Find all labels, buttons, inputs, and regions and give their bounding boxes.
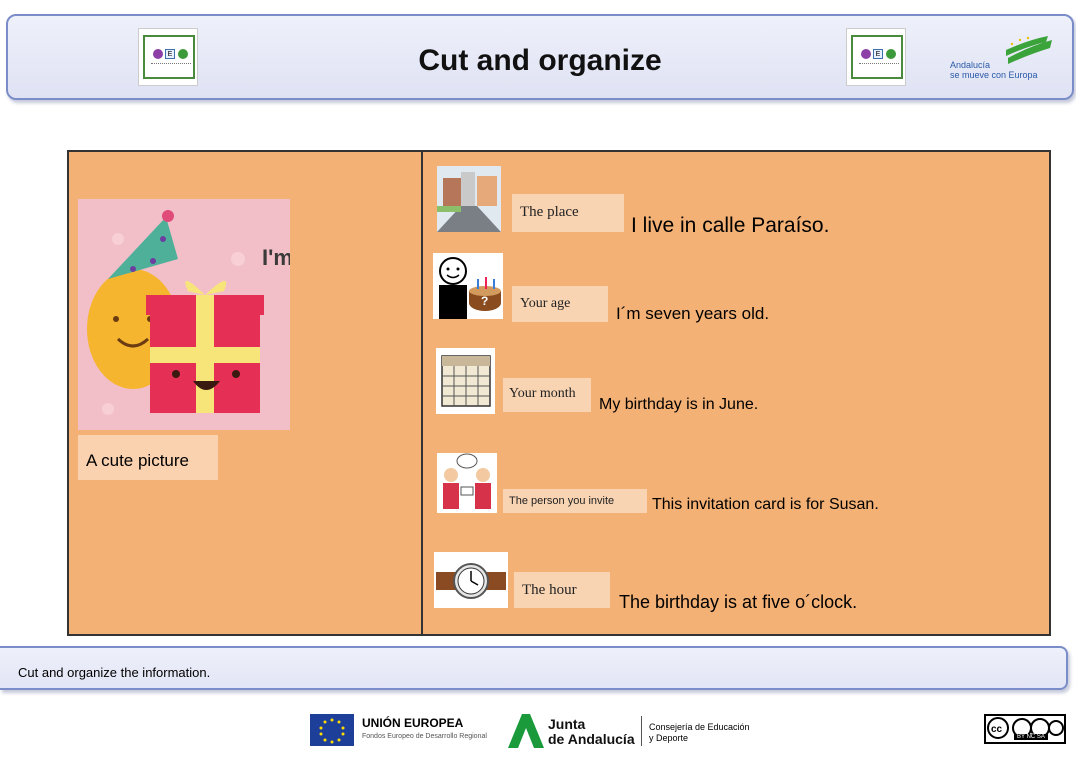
andalucia-logo-title: Andalucía [950, 60, 991, 70]
sentence-place[interactable]: I live in calle Paraíso. [631, 214, 829, 238]
calendar-icon[interactable] [436, 348, 495, 414]
creative-commons-badge: cc BY NC SA [984, 714, 1066, 744]
andalucia-logo: Andalucía se mueve con Europa [950, 36, 1060, 86]
page-title: Cut and organize [418, 44, 662, 77]
footer-separator [641, 716, 642, 746]
tag-age[interactable]: Your age [512, 286, 608, 322]
eu-flag-icon [310, 714, 354, 746]
eu-subtitle: Fondos Europeo de Desarrollo Regional [362, 733, 487, 740]
eu-title: UNIÓN EUROPEA [362, 716, 464, 730]
instruction-bar: Cut and organize the information. [0, 646, 1068, 690]
sentence-hour[interactable]: The birthday is at five o´clock. [619, 592, 857, 613]
watch-icon[interactable] [434, 552, 508, 608]
junta-logo-icon [508, 714, 544, 748]
project-logo-right: E [846, 28, 906, 86]
birthday-picture[interactable]: I'm [78, 199, 290, 430]
table-divider [421, 152, 423, 634]
birthday-balloon-icon [78, 199, 290, 430]
picture-label[interactable]: A cute picture [78, 435, 218, 480]
tag-hour[interactable]: The hour [514, 572, 610, 608]
svg-text:?: ? [481, 294, 488, 308]
picture-text: I'm [262, 245, 290, 270]
tag-month[interactable]: Your month [503, 378, 591, 412]
activity-table: I'm A cute picture The place I live in c… [67, 150, 1051, 636]
svg-text:cc: cc [991, 724, 1003, 735]
consejeria-line1: Consejería de Educación [649, 722, 750, 732]
consejeria-line2: y Deporte [649, 733, 689, 743]
birthday-cake-icon[interactable]: ? [433, 253, 503, 319]
tag-place[interactable]: The place [512, 194, 624, 232]
sentence-month[interactable]: My birthday is in June. [599, 396, 758, 414]
street-icon[interactable] [437, 166, 501, 232]
invitation-icon[interactable] [437, 453, 497, 513]
license-text: BY NC SA [1014, 734, 1048, 740]
header-banner: E Cut and organize E [6, 14, 1074, 100]
junta-line2: de Andalucía [548, 731, 635, 747]
junta-line1: Junta [548, 716, 586, 732]
andalucia-logo-subtitle: se mueve con Europa [950, 70, 1038, 80]
sentence-age[interactable]: I´m seven years old. [616, 304, 769, 324]
sentence-invite[interactable]: This invitation card is for Susan. [652, 496, 879, 514]
tag-invite[interactable]: The person you invite [503, 489, 647, 513]
